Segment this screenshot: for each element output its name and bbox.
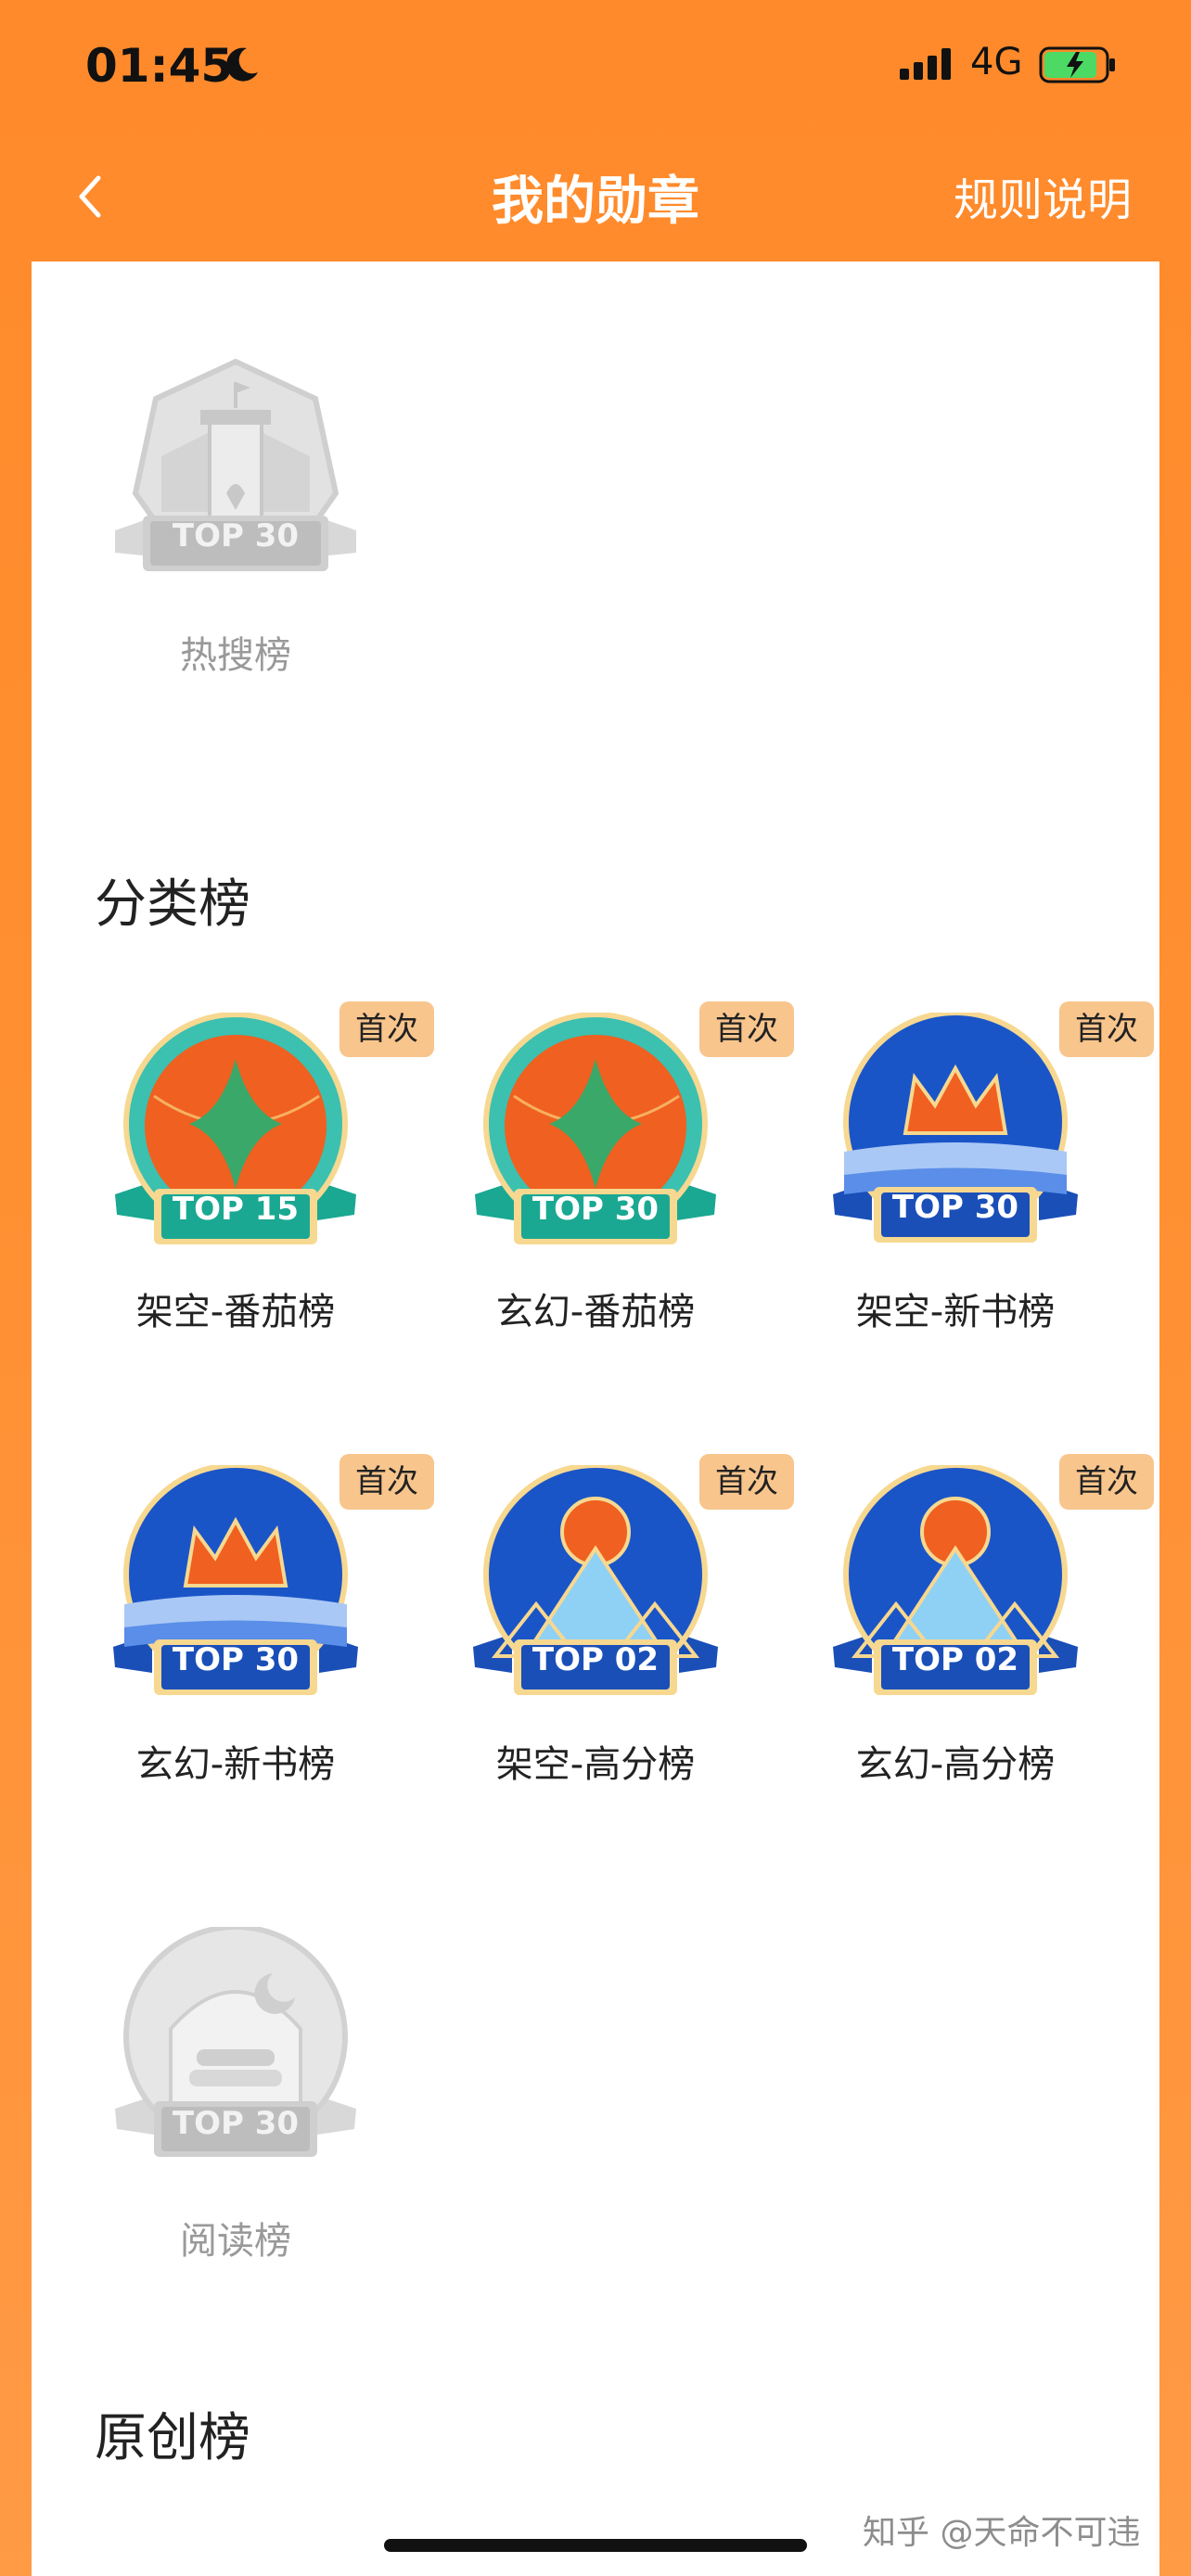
badge-category-4[interactable]: TOP 30 首次 玄幻-新书榜 [96, 1454, 434, 1786]
first-time-tag: 首次 [1059, 1454, 1154, 1510]
network-type: 4G [970, 41, 1023, 83]
badge-category-2[interactable]: TOP 30 首次 玄幻-番茄榜 [456, 1001, 794, 1333]
first-time-tag: 首次 [1059, 1001, 1154, 1057]
badge-label: 架空-新书榜 [855, 1291, 1056, 1333]
badge-category-3[interactable]: TOP 30 首次 架空-新书榜 [816, 1001, 1154, 1333]
badge-rank: TOP 02 [891, 1641, 1019, 1678]
section-title-original: 原创榜 [95, 2408, 250, 2468]
status-time: 01:45 [85, 39, 234, 93]
badge-category-6[interactable]: TOP 02 首次 玄幻-高分榜 [816, 1454, 1154, 1786]
badge-rank: TOP 02 [531, 1641, 660, 1678]
lighthouse-badge-icon [115, 358, 356, 571]
badge-rank: TOP 30 [172, 2105, 300, 2142]
first-time-tag: 首次 [699, 1001, 794, 1057]
badge-rank: TOP 15 [172, 1191, 300, 1228]
badge-label: 热搜榜 [180, 634, 291, 677]
badge-label: 玄幻-高分榜 [855, 1743, 1056, 1786]
badge-reading[interactable]: TOP 30 阅读榜 [96, 1927, 375, 2263]
first-time-tag: 首次 [699, 1454, 794, 1510]
cellular-signal-icon [900, 48, 951, 80]
badge-rank: TOP 30 [531, 1191, 660, 1228]
badge-label: 阅读榜 [180, 2220, 291, 2263]
badge-rank: TOP 30 [172, 1641, 300, 1678]
first-time-tag: 首次 [339, 1454, 434, 1510]
badge-rank: TOP 30 [891, 1189, 1019, 1226]
badge-label: 玄幻-番茄榜 [495, 1291, 696, 1333]
badge-label: 架空-高分榜 [495, 1743, 696, 1786]
battery-charging-icon [1039, 46, 1115, 83]
badge-label: 玄幻-新书榜 [135, 1743, 336, 1786]
badge-label: 架空-番茄榜 [135, 1291, 336, 1333]
first-time-tag: 首次 [339, 1001, 434, 1057]
rules-link[interactable]: 规则说明 [954, 163, 1132, 228]
section-title-category: 分类榜 [95, 874, 250, 935]
badge-hot-search[interactable]: TOP 30 热搜榜 [96, 354, 375, 677]
badge-category-5[interactable]: TOP 02 首次 架空-高分榜 [456, 1454, 794, 1786]
status-bar: 01:45 4G [0, 0, 1191, 139]
medal-card: TOP 30 热搜榜 分类榜 TOP 15 首次 架空-番茄榜 TOP 30 首… [32, 261, 1159, 2576]
badge-rank: TOP 30 [172, 517, 300, 555]
moon-icon [226, 47, 258, 82]
watermark: 知乎 @天命不可违 [863, 2514, 1141, 2552]
badge-category-1[interactable]: TOP 15 首次 架空-番茄榜 [96, 1001, 434, 1333]
home-indicator[interactable] [384, 2539, 807, 2552]
